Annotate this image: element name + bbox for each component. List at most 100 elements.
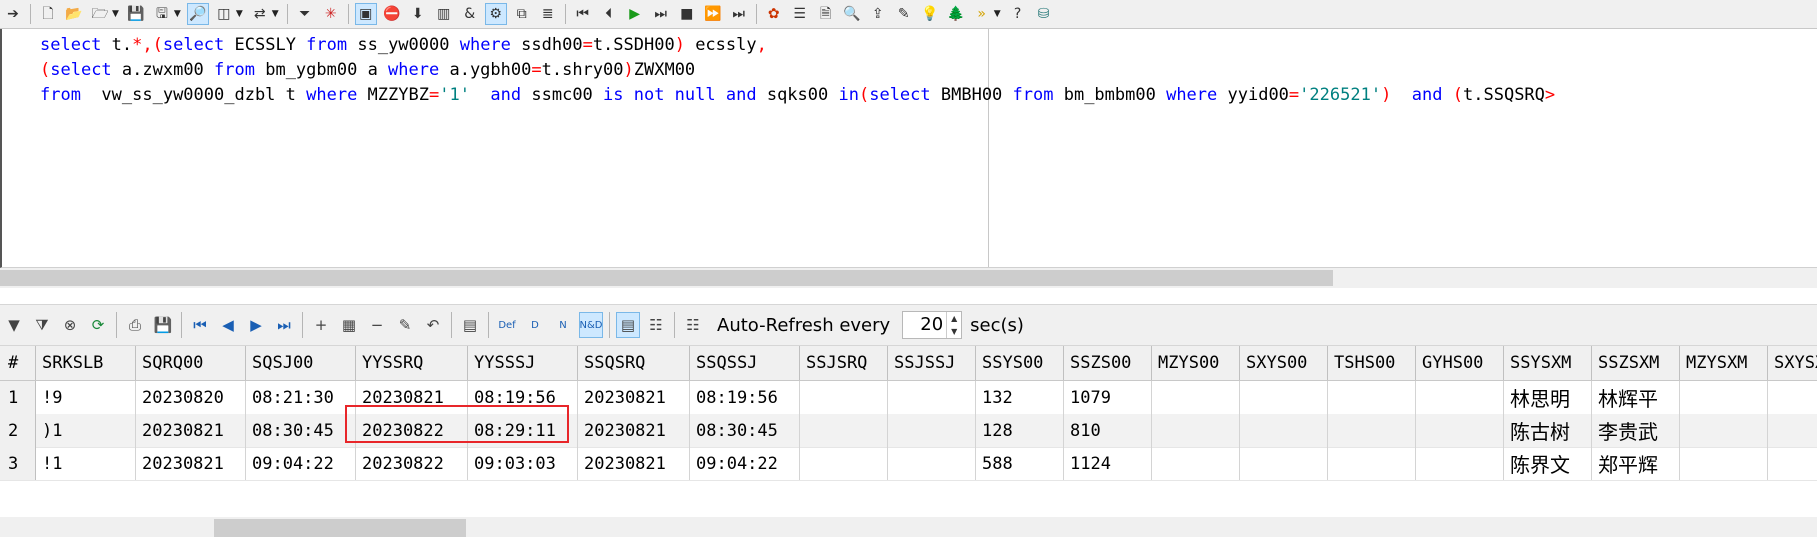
set-blank-icon[interactable]: N [551, 312, 575, 338]
prior-record-icon[interactable]: ◀ [216, 312, 240, 338]
grid-cell[interactable] [1240, 447, 1328, 480]
grid-header-row[interactable]: # SRKSLB SQRQ00 SQSJ00 YYSSRQ YYSSSJ SSQSRQ SSQ… [0, 346, 1817, 381]
column-header[interactable]: SXYS00 [1240, 346, 1328, 380]
grid-cell[interactable] [1416, 447, 1504, 480]
grid-cell[interactable] [1680, 381, 1768, 414]
editor-horizontal-scrollbar[interactable] [0, 268, 1817, 288]
save-icon[interactable]: 💾 [151, 312, 175, 338]
grid-cell[interactable] [1152, 414, 1240, 447]
grid-cell[interactable] [800, 447, 888, 480]
grid-cell[interactable] [1240, 414, 1328, 447]
help-icon[interactable]: ? [1007, 3, 1029, 25]
grid-cell[interactable]: 林思明 [1504, 381, 1592, 414]
cancel-edit-icon[interactable]: ↶ [421, 312, 445, 338]
auto-refresh-spinner[interactable]: ▲ ▼ [902, 311, 963, 339]
table-row[interactable]: 3 !1 20230821 09:04:22 20230822 09:03:03 20230… [0, 447, 1817, 481]
compile-icon[interactable]: ⚙ [484, 3, 507, 25]
new-file-icon[interactable]: 🗋 [37, 3, 59, 25]
open-folder-icon[interactable]: 🗁 [89, 3, 111, 25]
save-icon[interactable]: 💾 [125, 3, 147, 25]
column-header[interactable]: SQSJ00 [246, 346, 356, 380]
filter-icon[interactable]: ▼ [2, 312, 26, 338]
dropdown-arrow-icon[interactable]: ▼ [272, 9, 279, 19]
refresh-icon[interactable]: ⟳ [86, 312, 110, 338]
row-number[interactable]: 1 [0, 381, 36, 414]
download-icon[interactable]: ⬇ [407, 3, 429, 25]
grid-cell[interactable] [888, 381, 976, 414]
last-record-icon[interactable]: ⏩ [702, 3, 724, 25]
column-header[interactable]: YYSSSJ [468, 346, 578, 380]
grid-cell[interactable]: 林辉平 [1592, 381, 1680, 414]
column-header[interactable]: TSHS00 [1328, 346, 1416, 380]
grid-cell[interactable]: 588 [976, 447, 1064, 480]
next-page-icon[interactable]: ⏭ [650, 3, 672, 25]
insert-record-icon[interactable]: + [309, 312, 333, 338]
funnel-icon[interactable]: ⧩ [30, 312, 54, 338]
grid-cell[interactable]: 08:21:30 [246, 381, 356, 414]
column-header[interactable]: SSQSRQ [578, 346, 690, 380]
cancel-icon[interactable]: ⊗ [58, 312, 82, 338]
column-header[interactable]: SSJSSJ [888, 346, 976, 380]
skip-icon[interactable]: ⏭ [728, 3, 750, 25]
find-text-icon[interactable]: 🔎 [186, 3, 209, 25]
stop-query-icon[interactable]: ⛔ [381, 3, 403, 25]
post-edit-icon[interactable]: ✎ [393, 312, 417, 338]
grid-cell[interactable] [1416, 414, 1504, 447]
forward-icon[interactable]: » [971, 3, 993, 25]
grid-cell[interactable]: 1079 [1064, 381, 1152, 414]
set-null-default-icon[interactable]: N&D [579, 312, 603, 338]
first-record-icon[interactable]: ⏮ [572, 3, 594, 25]
grid-icon[interactable]: ▦ [337, 312, 361, 338]
grid-cell[interactable] [1152, 447, 1240, 480]
edit-doc-icon[interactable]: ✎ [893, 3, 915, 25]
print-icon[interactable]: ⎙ [123, 312, 147, 338]
column-header[interactable]: YYSSRQ [356, 346, 468, 380]
auto-refresh-input[interactable] [903, 312, 944, 338]
editor-scrollbar-thumb[interactable] [0, 270, 1333, 286]
grid-cell[interactable] [1416, 381, 1504, 414]
report-icon[interactable]: ▥ [433, 3, 455, 25]
tree-icon[interactable]: 🌲 [945, 3, 967, 25]
grid-cell[interactable]: 20230820 [136, 381, 246, 414]
grid-cell[interactable] [1328, 381, 1416, 414]
spin-up-button[interactable]: ▲ [946, 312, 961, 325]
grid-cell[interactable]: 20230821 [578, 447, 690, 480]
grid-cell[interactable] [888, 447, 976, 480]
filter-icon[interactable]: ⏷ [294, 3, 316, 25]
search-doc-icon[interactable]: 🔍 [841, 3, 863, 25]
column-header[interactable]: GYHS00 [1416, 346, 1504, 380]
layout-icon[interactable]: ◫ [213, 3, 235, 25]
record-view-icon[interactable]: ☷ [644, 312, 668, 338]
grid-cell[interactable] [1152, 381, 1240, 414]
table-row[interactable]: 1 !9 20230820 08:21:30 20230821 08:19:56 20230… [0, 381, 1817, 415]
grid-cell[interactable] [1328, 414, 1416, 447]
grid-cell[interactable]: 132 [976, 381, 1064, 414]
grid-cell[interactable] [888, 414, 976, 447]
grid-cell[interactable]: 09:03:03 [468, 447, 578, 480]
spin-down-button[interactable]: ▼ [946, 325, 961, 338]
column-header[interactable]: MZYSXM [1680, 346, 1768, 380]
column-header[interactable]: SSQSSJ [690, 346, 800, 380]
grid-cell[interactable]: 08:29:11 [468, 414, 578, 447]
column-header[interactable]: # [0, 346, 36, 380]
grid-cell[interactable]: 128 [976, 414, 1064, 447]
grid-cell[interactable] [800, 414, 888, 447]
row-number[interactable]: 2 [0, 414, 36, 447]
column-header[interactable]: SSYS00 [976, 346, 1064, 380]
grid-cell[interactable]: 09:04:22 [690, 447, 800, 480]
grid-cell[interactable]: 09:04:22 [246, 447, 356, 480]
grid-cell[interactable]: 20230822 [356, 414, 468, 447]
grid-cell[interactable]: )1 [36, 414, 136, 447]
bulb-icon[interactable]: 💡 [919, 3, 941, 25]
grid-cell[interactable]: 陈界文 [1504, 447, 1592, 480]
grid-cell[interactable]: !1 [36, 447, 136, 480]
grid-cell[interactable] [1768, 414, 1817, 447]
next-record-icon[interactable]: ▶ [244, 312, 268, 338]
prior-record-icon[interactable]: ⏴ [598, 3, 620, 25]
grid-view-icon[interactable]: ▤ [616, 312, 640, 338]
delete-record-icon[interactable]: − [365, 312, 389, 338]
database-icon[interactable]: ⛁ [1033, 3, 1055, 25]
dropdown-arrow-icon[interactable]: ▼ [994, 9, 1001, 19]
clear-filter-icon[interactable]: ✳ [320, 3, 342, 25]
grid-cell[interactable]: 20230821 [578, 381, 690, 414]
